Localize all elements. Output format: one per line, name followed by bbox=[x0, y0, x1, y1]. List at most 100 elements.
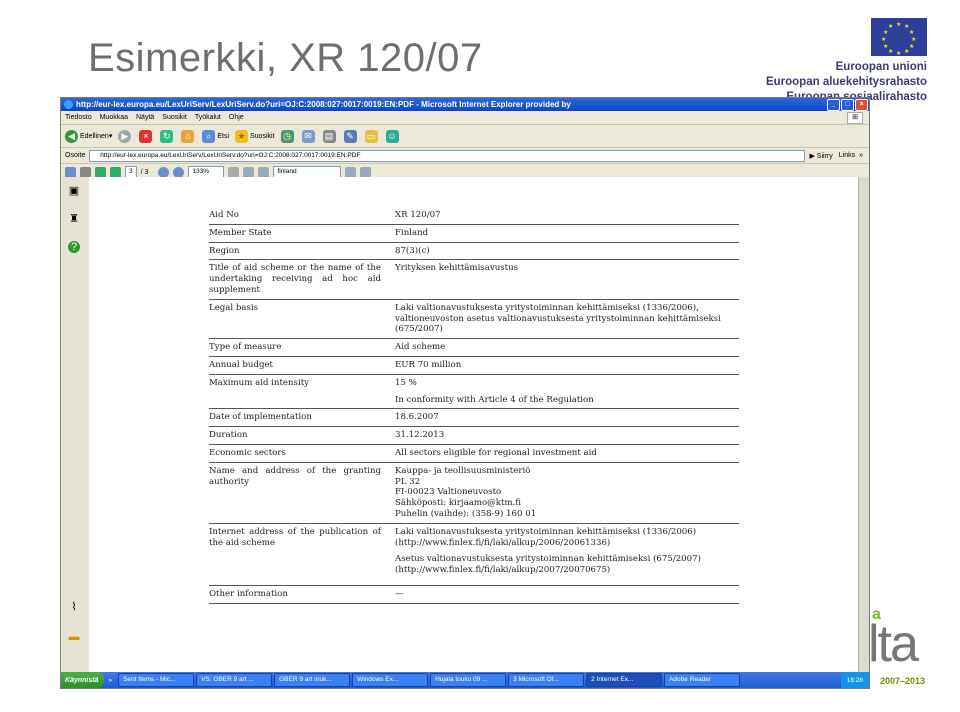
menu-tools[interactable]: Työkalut bbox=[195, 114, 221, 121]
comment-icon[interactable]: ▬ bbox=[68, 631, 80, 643]
forward-button[interactable]: ▶ bbox=[118, 129, 133, 143]
row-value: Finland bbox=[387, 228, 739, 239]
taskbar-item[interactable]: GBER 9 art muk... bbox=[274, 673, 351, 687]
row-value-line: All sectors eligible for regional invest… bbox=[395, 447, 597, 458]
row-value: All sectors eligible for regional invest… bbox=[387, 448, 739, 459]
search-button[interactable]: ⌕ Etsi bbox=[202, 129, 229, 143]
menu-edit[interactable]: Muokkaa bbox=[100, 114, 128, 121]
menu-view[interactable]: Näytä bbox=[136, 114, 154, 121]
mail-button[interactable]: ✉ bbox=[301, 129, 317, 143]
vipuvoimaa-logo: a lta 2007–2013 bbox=[868, 606, 960, 690]
go-button[interactable]: ▶ Siirry bbox=[809, 152, 832, 160]
start-button[interactable]: Käynnistä bbox=[61, 672, 105, 688]
taskbar-item-active[interactable]: 2 Internet Ex... bbox=[586, 673, 663, 687]
row-label: Member State bbox=[209, 227, 272, 238]
row-value: 31.12.2013 bbox=[387, 430, 739, 441]
zoom-out-icon[interactable] bbox=[158, 166, 170, 178]
row-label: Legal basis bbox=[209, 302, 259, 313]
menu-bar: Tiedosto Muokkaa Näytä Suosikit Työkalut… bbox=[61, 111, 869, 125]
menu-favorites[interactable]: Suosikit bbox=[162, 114, 187, 121]
next-page-icon[interactable] bbox=[110, 166, 121, 178]
row-value: In conformity with Article 4 of the Regu… bbox=[387, 395, 739, 406]
taskbar-item[interactable]: Sent Items - Mic... bbox=[118, 673, 195, 687]
row-value-line: Sähköposti: kirjaamo@ktm.fi bbox=[395, 498, 522, 509]
history-button[interactable]: ◷ bbox=[280, 129, 296, 143]
address-input[interactable]: http://eur-lex.europa.eu/LexUriServ/LexU… bbox=[89, 149, 806, 162]
find-next-icon[interactable] bbox=[345, 166, 357, 178]
search-icon: ⌕ bbox=[202, 129, 216, 143]
row-value-line: EUR 70 million bbox=[395, 359, 462, 370]
favorites-button[interactable]: ★ Suosikit bbox=[235, 129, 275, 143]
row-value: — bbox=[387, 589, 739, 600]
row-value-line: In conformity with Article 4 of the Regu… bbox=[395, 394, 594, 405]
taskbar-item[interactable]: 3 Microsoft Of... bbox=[508, 673, 585, 687]
row-value: Aid scheme bbox=[387, 342, 739, 353]
forward-arrow-icon: ▶ bbox=[118, 129, 132, 143]
save-icon[interactable] bbox=[65, 166, 76, 178]
row-value: XR 120/07 bbox=[387, 210, 739, 221]
home-button[interactable]: ⌂ bbox=[181, 129, 196, 143]
edit-button[interactable]: ✎ bbox=[343, 129, 359, 143]
row-value-line: 87(3)(c) bbox=[395, 245, 430, 256]
address-bar: Osoite http://eur-lex.europa.eu/LexUriSe… bbox=[61, 148, 869, 164]
row-value: Laki valtionavustuksesta yritystoiminnan… bbox=[387, 527, 739, 582]
refresh-button[interactable]: ↻ bbox=[160, 129, 175, 143]
pages-icon[interactable]: ▣ bbox=[68, 185, 80, 197]
taskbar-item[interactable]: Windows Ex... bbox=[352, 673, 429, 687]
row-value-line: Asetus valtionavustuksesta yritystoiminn… bbox=[395, 554, 701, 576]
find-prev-icon[interactable] bbox=[360, 166, 372, 178]
help-icon[interactable]: ? bbox=[68, 241, 80, 253]
table-row: In conformity with Article 4 of the Regu… bbox=[209, 392, 739, 410]
taskbar: Käynnistä » Sent Items - Mic... VS: GBER… bbox=[61, 672, 869, 688]
select-tool-icon[interactable] bbox=[228, 166, 240, 178]
vertical-scrollbar[interactable] bbox=[858, 177, 869, 672]
menu-help[interactable]: Ohje bbox=[229, 114, 244, 121]
binoculars-icon[interactable]: ♜ bbox=[68, 213, 80, 225]
row-value-line: Finland bbox=[395, 227, 429, 238]
browser-toolbar: ◀ Edellinen ▾ ▶ × ↻ ⌂ ⌕ Etsi ★ Suosikit ◷ ✉… bbox=[61, 125, 869, 148]
links-button[interactable]: Links bbox=[839, 152, 855, 159]
window-title: http://eur-lex.europa.eu/LexUriServ/LexU… bbox=[76, 100, 571, 109]
logo-word: lta bbox=[868, 615, 919, 673]
refresh-icon: ↻ bbox=[160, 129, 174, 143]
close-button[interactable]: × bbox=[855, 98, 868, 111]
stop-icon: × bbox=[139, 129, 153, 143]
print-icon[interactable] bbox=[80, 166, 91, 178]
row-label: Type of measure bbox=[209, 342, 282, 353]
window-titlebar: http://eur-lex.europa.eu/LexUriServ/LexU… bbox=[61, 98, 869, 111]
table-row: Type of measure Aid scheme bbox=[209, 339, 739, 357]
fit-width-icon[interactable] bbox=[258, 166, 270, 178]
row-value-line: 15 % bbox=[395, 377, 417, 388]
print-button[interactable]: ▤ bbox=[322, 129, 338, 143]
folder-button[interactable]: ▭ bbox=[364, 129, 380, 143]
prev-page-icon[interactable] bbox=[95, 166, 106, 178]
quick-launch-chevron-icon[interactable]: » bbox=[108, 677, 112, 684]
eu-regional-fund-text: Euroopan aluekehitysrahasto bbox=[765, 76, 927, 88]
taskbar-item[interactable]: Hujala touko 09 ... bbox=[430, 673, 507, 687]
row-value: Laki valtionavustuksesta yritystoiminnan… bbox=[387, 303, 739, 335]
row-label: Title of aid scheme or the name of the u… bbox=[209, 263, 381, 295]
address-label: Osoite bbox=[65, 152, 86, 159]
table-row: Duration 31.12.2013 bbox=[209, 427, 739, 445]
fit-page-icon[interactable] bbox=[243, 166, 255, 178]
folder-icon: ▭ bbox=[364, 129, 378, 143]
minimize-button[interactable]: _ bbox=[827, 98, 840, 111]
pdf-sidebar: ▣ ♜ ? ⌇ ▬ bbox=[61, 177, 90, 672]
table-row: Member State Finland bbox=[209, 225, 739, 243]
table-row: Date of implementation 18.6.2007 bbox=[209, 409, 739, 428]
table-row: Other information — bbox=[209, 586, 739, 604]
back-button[interactable]: ◀ Edellinen ▾ bbox=[65, 129, 112, 143]
attachment-icon[interactable]: ⌇ bbox=[68, 601, 80, 613]
links-chevron-icon[interactable]: » bbox=[859, 152, 863, 159]
maximize-button[interactable]: □ bbox=[841, 98, 854, 111]
menu-file[interactable]: Tiedosto bbox=[65, 114, 92, 121]
row-value-line: PL 32 bbox=[395, 476, 421, 487]
row-label: Maximum aid intensity bbox=[209, 377, 310, 388]
eu-flag-icon: ★ ★ ★ ★ ★ ★ ★ ★ ★ ★ ★ ★ bbox=[871, 18, 927, 57]
stop-button[interactable]: × bbox=[139, 129, 154, 143]
slide-title: Esimerkki, XR 120/07 bbox=[88, 36, 483, 80]
zoom-in-icon[interactable] bbox=[173, 166, 185, 178]
messenger-button[interactable]: ☺ bbox=[385, 129, 401, 143]
taskbar-item[interactable]: Adobe Reader bbox=[664, 673, 741, 687]
taskbar-item[interactable]: VS: GBER 9 art ... bbox=[196, 673, 273, 687]
